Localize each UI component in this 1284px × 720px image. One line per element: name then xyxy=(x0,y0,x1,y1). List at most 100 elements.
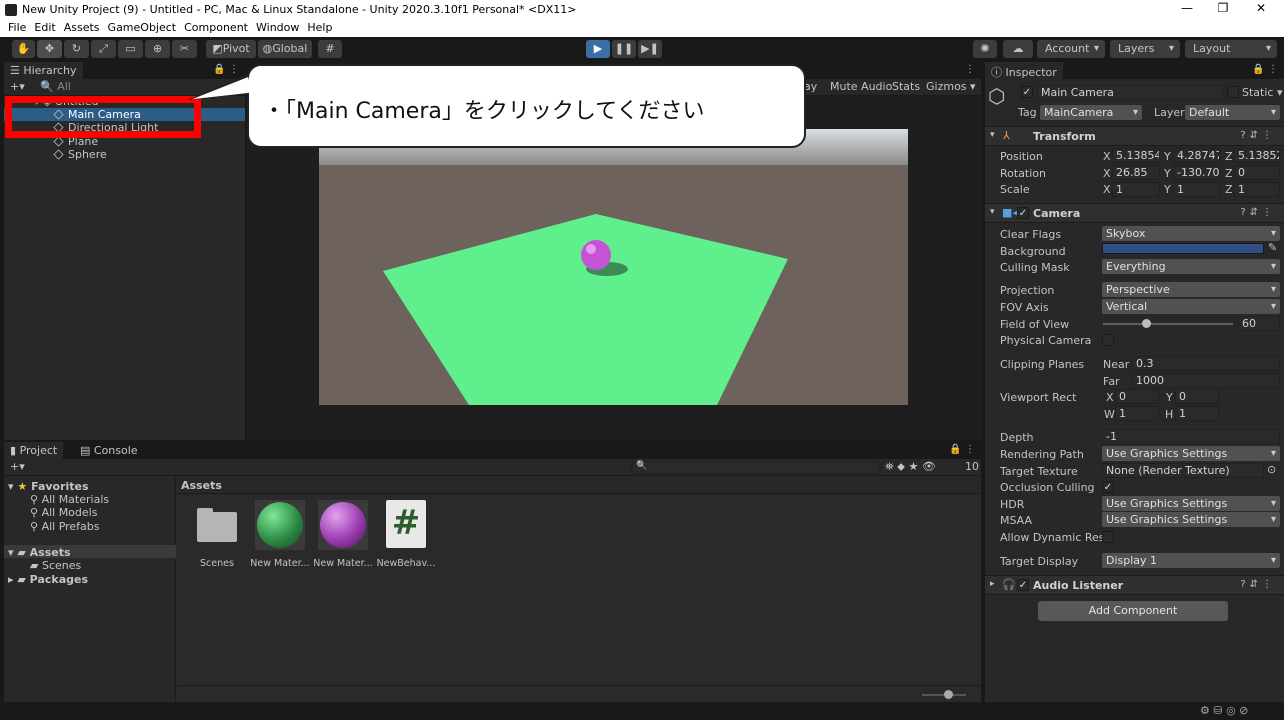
filter-icons[interactable]: ⛯ ⬥ ★ 👁 xyxy=(885,460,936,474)
far-field[interactable]: 1000 xyxy=(1132,373,1280,388)
culling-mask-dropdown[interactable]: Everything xyxy=(1102,259,1280,274)
rotation-y-field[interactable]: -130.703 xyxy=(1173,165,1220,180)
background-color-swatch[interactable] xyxy=(1102,243,1264,254)
component-menu-icons[interactable]: ?⇵⋮ xyxy=(1240,130,1276,141)
menu-gameobject[interactable]: GameObject xyxy=(108,20,177,34)
dynamic-resolution-checkbox[interactable] xyxy=(1102,531,1114,543)
transform-header[interactable]: ▾ ⅄ Transform ?⇵⋮ xyxy=(985,126,1284,146)
scale-x-field[interactable]: 1 xyxy=(1112,182,1160,197)
position-x-field[interactable]: 5.138542 xyxy=(1112,148,1160,163)
hand-tool-icon[interactable]: ✋ xyxy=(12,40,35,58)
gizmos-toggle[interactable]: Gizmos xyxy=(926,80,967,93)
account-dropdown[interactable]: Account xyxy=(1037,40,1105,58)
occlusion-culling-checkbox[interactable]: ✓ xyxy=(1102,481,1114,493)
grid-snap-icon[interactable]: # xyxy=(318,40,342,58)
fov-field[interactable]: 60 xyxy=(1238,316,1280,331)
menu-edit[interactable]: Edit xyxy=(34,20,55,34)
tab-project[interactable]: ▮ Project xyxy=(4,442,64,459)
assets-folder[interactable]: ▾ ▰ Assets xyxy=(8,546,71,559)
component-menu-icons[interactable]: ?⇵⋮ xyxy=(1240,207,1276,218)
tab-hierarchy[interactable]: ☰ Hierarchy xyxy=(4,62,83,79)
object-name-field[interactable]: Main Camera xyxy=(1037,85,1223,100)
add-component-button[interactable]: Add Component xyxy=(1038,601,1228,621)
fov-slider-thumb[interactable] xyxy=(1141,319,1151,328)
close-button[interactable]: ✕ xyxy=(1246,1,1276,19)
step-button[interactable]: ▶❚ xyxy=(638,40,662,58)
hierarchy-search-input[interactable]: 🔍 All xyxy=(40,80,71,93)
scale-tool-icon[interactable]: ⤢ xyxy=(91,40,116,58)
scale-y-field[interactable]: 1 xyxy=(1173,182,1220,197)
viewport-h-field[interactable]: 1 xyxy=(1175,406,1219,421)
rendering-path-dropdown[interactable]: Use Graphics Settings xyxy=(1102,446,1280,461)
favorite-all-materials[interactable]: ⚲ All Materials xyxy=(30,493,109,506)
physical-camera-checkbox[interactable] xyxy=(1102,334,1114,346)
mute-audio-toggle[interactable]: Mute Audio xyxy=(830,80,892,93)
menu-component[interactable]: Component xyxy=(184,20,248,34)
asset-script[interactable]: # NewBehav... xyxy=(374,500,438,569)
rect-tool-icon[interactable]: ▭ xyxy=(118,40,143,58)
projection-dropdown[interactable]: Perspective xyxy=(1102,282,1280,297)
global-button[interactable]: ◍Global xyxy=(258,40,312,58)
near-field[interactable]: 0.3 xyxy=(1132,356,1280,371)
layer-dropdown[interactable]: Default xyxy=(1185,105,1280,120)
audio-listener-header[interactable]: ▸ 🎧 ✓ Audio Listener ?⇵⋮ xyxy=(985,575,1284,595)
static-dropdown[interactable]: Static ▾ xyxy=(1242,86,1282,99)
maximize-button[interactable]: ❐ xyxy=(1208,1,1238,19)
rotation-z-field[interactable]: 0 xyxy=(1234,165,1280,180)
object-picker-icon[interactable]: ⊙ xyxy=(1267,463,1276,476)
menu-help[interactable]: Help xyxy=(307,20,332,34)
tab-console[interactable]: ▤ Console xyxy=(74,442,144,459)
status-icons[interactable]: ⚙ ⛁ ◎ ⊘ xyxy=(1200,704,1248,717)
viewport-y-field[interactable]: 0 xyxy=(1175,389,1219,404)
asset-material-purple[interactable]: New Mater... xyxy=(311,500,375,569)
move-tool-icon[interactable]: ✥ xyxy=(37,40,62,58)
rotation-x-field[interactable]: 26.85 xyxy=(1112,165,1160,180)
viewport-x-field[interactable]: 0 xyxy=(1115,389,1159,404)
pivot-button[interactable]: ◩Pivot xyxy=(206,40,256,58)
favorite-all-prefabs[interactable]: ⚲ All Prefabs xyxy=(30,520,100,533)
game-menu-icon[interactable]: ⋮ xyxy=(965,64,975,75)
packages-folder[interactable]: ▸ ▰ Packages xyxy=(8,573,88,586)
msaa-dropdown[interactable]: Use Graphics Settings xyxy=(1102,512,1280,527)
scenes-folder[interactable]: ▰ Scenes xyxy=(30,559,81,572)
target-display-dropdown[interactable]: Display 1 xyxy=(1102,553,1280,568)
asset-scenes[interactable]: Scenes xyxy=(185,500,249,569)
gizmos-dropdown-icon[interactable]: ▾ xyxy=(970,80,976,93)
favorites-header[interactable]: ▾ ★ Favorites xyxy=(8,480,89,493)
component-menu-icons[interactable]: ?⇵⋮ xyxy=(1240,579,1276,590)
viewport-w-field[interactable]: 1 xyxy=(1115,406,1159,421)
position-y-field[interactable]: 4.287479 xyxy=(1173,148,1220,163)
project-create-icon[interactable]: +▾ xyxy=(10,460,25,473)
project-lock-icon[interactable]: 🔒 ⋮ xyxy=(949,444,975,455)
asset-material-green[interactable]: New Mater... xyxy=(248,500,312,569)
layout-dropdown[interactable]: Layout xyxy=(1185,40,1277,58)
depth-field[interactable]: -1 xyxy=(1102,429,1280,444)
project-search-input[interactable]: 🔍 xyxy=(631,461,881,474)
zoom-slider-thumb[interactable] xyxy=(944,690,953,699)
layers-dropdown[interactable]: Layers xyxy=(1110,40,1180,58)
target-texture-field[interactable]: None (Render Texture) xyxy=(1102,463,1264,478)
menu-file[interactable]: File xyxy=(8,20,26,34)
tag-dropdown[interactable]: MainCamera xyxy=(1040,105,1142,120)
services-icon[interactable]: ✺ xyxy=(973,40,997,58)
menu-assets[interactable]: Assets xyxy=(64,20,100,34)
minimize-button[interactable]: — xyxy=(1172,1,1202,19)
menu-window[interactable]: Window xyxy=(256,20,299,34)
lock-icon[interactable]: 🔒 ⋮ xyxy=(213,64,239,75)
eyedropper-icon[interactable]: ✎ xyxy=(1268,241,1277,254)
cloud-icon[interactable]: ☁ xyxy=(1003,40,1033,58)
pause-button[interactable]: ❚❚ xyxy=(612,40,636,58)
camera-enabled-checkbox[interactable]: ✓ xyxy=(1017,207,1029,219)
static-checkbox[interactable] xyxy=(1227,86,1239,98)
breadcrumb-assets[interactable]: Assets xyxy=(181,479,222,492)
hierarchy-item-sphere[interactable]: Sphere xyxy=(53,148,107,161)
rotate-tool-icon[interactable]: ↻ xyxy=(64,40,89,58)
inspector-lock-icon[interactable]: 🔒 ⋮ xyxy=(1252,64,1278,75)
custom-tool-icon[interactable]: ✂ xyxy=(172,40,197,58)
clear-flags-dropdown[interactable]: Skybox xyxy=(1102,226,1280,241)
create-plus-icon[interactable]: +▾ xyxy=(10,80,25,93)
scale-z-field[interactable]: 1 xyxy=(1234,182,1280,197)
stats-toggle[interactable]: Stats xyxy=(892,80,920,93)
play-button[interactable]: ▶ xyxy=(586,40,610,58)
transform-tool-icon[interactable]: ⊕ xyxy=(145,40,170,58)
